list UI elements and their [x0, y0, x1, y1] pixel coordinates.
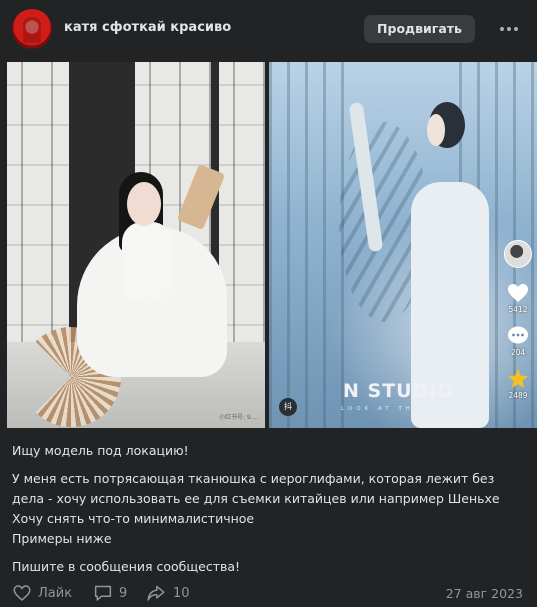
like-button[interactable]: Лайк: [12, 584, 72, 602]
heart-icon: [13, 585, 31, 601]
author-name[interactable]: катя сфоткай красиво: [64, 20, 231, 35]
comment-bubble-icon: [508, 326, 528, 344]
model-torso: [122, 222, 172, 302]
author-avatar[interactable]: [12, 9, 52, 49]
post-card: катя сфоткай красиво Продвигать 小红书号: 9.…: [0, 0, 537, 607]
post-date[interactable]: 27 авг 2023: [446, 586, 523, 601]
photo-watermark: 小红书号: 9....: [219, 414, 259, 421]
text-line: Пишите в сообщения сообщества!: [12, 559, 241, 574]
creator-avatar: [504, 240, 532, 268]
heart-icon: [508, 284, 528, 302]
shares-count: 10: [173, 585, 190, 601]
video-sidebar: 5412 204 2489: [503, 240, 533, 411]
text-line: Хочу снять что-то минималистичное: [12, 511, 255, 526]
sheer-curtain: [269, 62, 349, 428]
comments-count: 9: [119, 585, 128, 601]
more-horizontal-icon[interactable]: [496, 18, 522, 40]
post-text: Ищу модель под локацию! У меня есть потр…: [12, 441, 527, 577]
text-line: У меня есть потрясающая тканюшка с иерог…: [12, 471, 495, 486]
favorites-count: 2489: [508, 391, 528, 400]
text-line: дела - хочу использовать ее для съемки к…: [12, 491, 500, 506]
photo-left[interactable]: 小红书号: 9....: [7, 62, 265, 428]
text-line: Примеры ниже: [12, 531, 112, 546]
comment-icon: [94, 585, 112, 601]
model-face: [127, 182, 161, 226]
text-line: Ищу модель под локацию!: [12, 443, 189, 458]
post-header: катя сфоткай красиво Продвигать: [0, 0, 537, 60]
share-icon: [147, 585, 165, 601]
avatar-figure: [23, 17, 41, 43]
comment-button[interactable]: 9: [93, 584, 127, 602]
star-icon: [508, 369, 528, 388]
studio-name: N STUDIO: [343, 380, 455, 402]
studio-subtitle: LOOK AT THE FUTURE: [341, 406, 473, 412]
photo-right[interactable]: N STUDIO LOOK AT THE FUTURE 抖 5412 204 2…: [269, 62, 537, 428]
model-face: [427, 114, 445, 146]
promote-button[interactable]: Продвигать: [364, 15, 475, 43]
like-label: Лайк: [38, 585, 73, 601]
comments-count: 204: [510, 348, 526, 357]
calligraphy-curtain: [7, 62, 69, 362]
douyin-badge: 抖: [279, 398, 297, 416]
post-footer: Лайк 9 10 27 авг 2023: [0, 580, 537, 607]
likes-count: 5412: [508, 305, 528, 314]
share-button[interactable]: 10: [145, 584, 190, 602]
